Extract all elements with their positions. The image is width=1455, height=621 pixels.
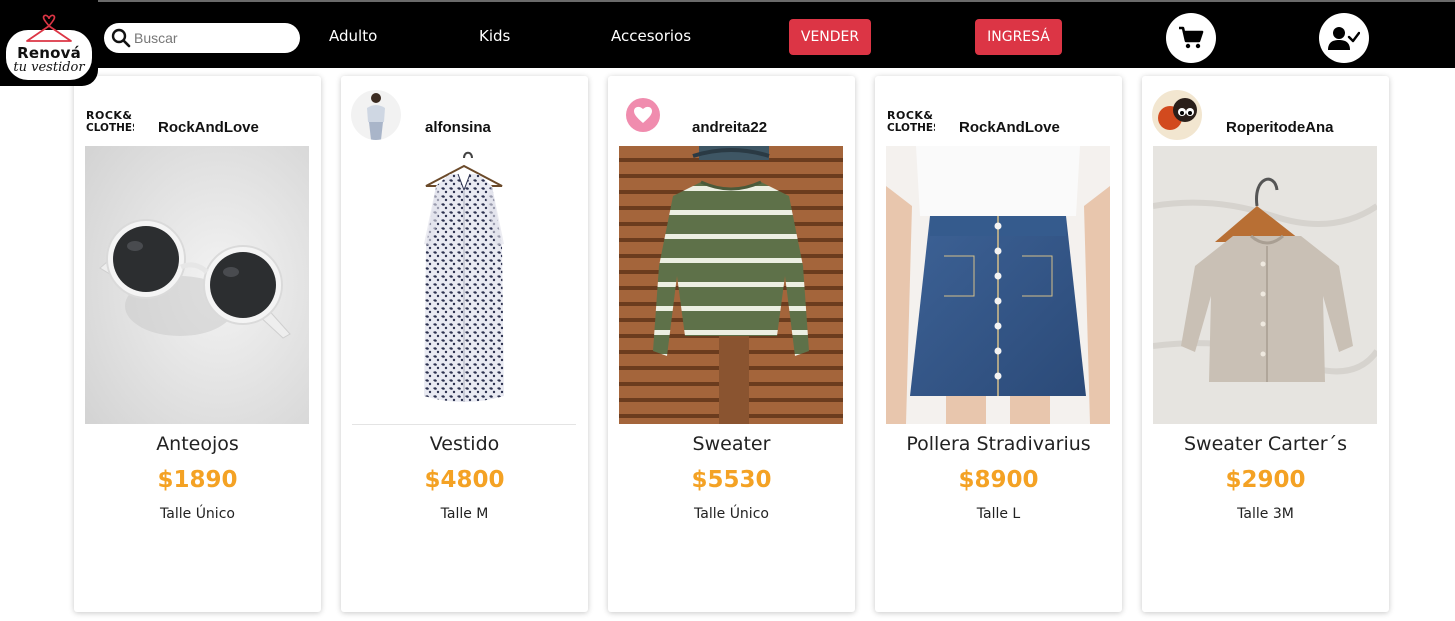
rock-clothes-logo: ROCK& CLOTHES — [86, 109, 134, 134]
product-price: $5530 — [691, 467, 772, 493]
product-image[interactable] — [352, 146, 576, 425]
product-card[interactable]: ROCK& CLOTHES RockAndLove Anteojos $1890… — [74, 76, 321, 612]
seller-name[interactable]: andreita22 — [692, 119, 767, 136]
login-button[interactable]: INGRESÁ — [975, 19, 1062, 55]
product-name[interactable]: Vestido — [341, 433, 588, 455]
seller-avatar[interactable] — [618, 90, 668, 140]
svg-text:CLOTHES: CLOTHES — [86, 122, 134, 134]
hanger-heart-icon — [26, 14, 72, 42]
product-name[interactable]: Pollera Stradivarius — [875, 433, 1122, 455]
product-card[interactable]: RoperitodeAna Sweater Carter´s $2900 Tal… — [1142, 76, 1389, 612]
product-image[interactable] — [886, 146, 1110, 424]
user-check-icon — [1328, 27, 1360, 50]
product-image[interactable] — [85, 146, 309, 424]
product-name[interactable]: Sweater — [608, 433, 855, 455]
product-size: Talle L — [976, 506, 1021, 522]
product-card[interactable]: ROCK& CLOTHES RockAndLove — [875, 76, 1122, 612]
product-price: $4800 — [424, 467, 505, 493]
product-size: Talle 3M — [1237, 506, 1294, 522]
rock-clothes-logo: ROCK& CLOTHES — [887, 109, 935, 134]
product-price: $8900 — [958, 467, 1039, 493]
product-name[interactable]: Anteojos — [74, 433, 321, 455]
seller-name[interactable]: alfonsina — [425, 119, 491, 136]
cart-button[interactable] — [1166, 13, 1216, 63]
svg-text:ROCK&: ROCK& — [887, 109, 934, 122]
user-account-button[interactable] — [1319, 13, 1369, 63]
product-size: Talle Único — [160, 506, 235, 522]
svg-text:ROCK&: ROCK& — [86, 109, 133, 122]
brand-tagline: tu vestidor — [13, 60, 85, 75]
seller-name[interactable]: RockAndLove — [959, 119, 1060, 136]
seller-avatar[interactable]: ROCK& CLOTHES — [885, 90, 935, 140]
product-image[interactable] — [1153, 146, 1377, 424]
nav-link-kids[interactable]: Kids — [479, 27, 510, 45]
product-price: $1890 — [157, 467, 238, 493]
product-name[interactable]: Sweater Carter´s — [1142, 433, 1389, 455]
product-size: Talle M — [440, 506, 489, 522]
product-card[interactable]: andreita22 Sweater $5530 Talle Único — [608, 76, 855, 612]
brand-logo[interactable]: Renová tu vestidor — [0, 0, 98, 86]
nav-link-accesorios[interactable]: Accesorios — [611, 27, 691, 45]
search-input[interactable] — [134, 27, 292, 49]
svg-text:CLOTHES: CLOTHES — [887, 122, 935, 134]
product-price: $2900 — [1225, 467, 1306, 493]
product-size: Talle Único — [694, 506, 769, 522]
sell-button[interactable]: VENDER — [789, 19, 871, 55]
seller-avatar[interactable] — [351, 90, 401, 140]
search-box[interactable] — [104, 23, 300, 53]
seller-name[interactable]: RoperitodeAna — [1226, 119, 1334, 136]
nav-link-adulto[interactable]: Adulto — [329, 27, 377, 45]
product-card[interactable]: alfonsina Vestido $4800 Talle M — [341, 76, 588, 612]
top-navbar: Adulto Kids Accesorios VENDER INGRESÁ — [0, 0, 1455, 68]
product-image[interactable] — [619, 146, 843, 424]
seller-avatar[interactable] — [1152, 90, 1202, 140]
search-icon — [111, 28, 131, 48]
cart-icon — [1179, 26, 1204, 49]
seller-avatar[interactable]: ROCK& CLOTHES — [84, 90, 134, 140]
seller-name[interactable]: RockAndLove — [158, 119, 259, 136]
